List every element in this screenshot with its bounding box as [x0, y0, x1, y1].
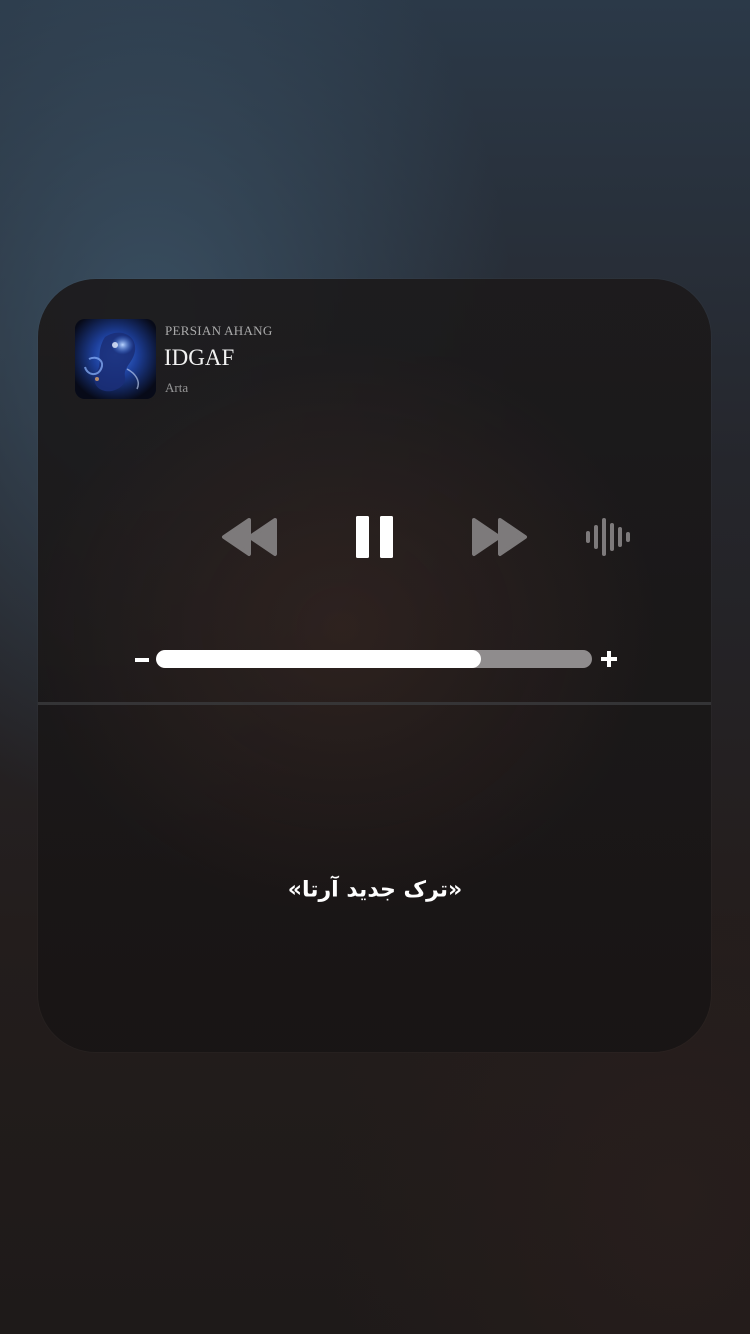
rewind-icon: [222, 518, 277, 556]
divider: [38, 702, 711, 705]
source-label: PERSIAN AHANG: [165, 323, 273, 338]
volume-down-icon[interactable]: [134, 650, 152, 670]
pause-icon: [356, 516, 393, 558]
caption-text: «ترک جدید آرتا»: [287, 877, 463, 903]
album-artwork[interactable]: [75, 319, 156, 399]
volume-slider[interactable]: [156, 650, 592, 668]
track-title: IDGAF: [164, 345, 235, 370]
pause-button[interactable]: [355, 515, 395, 559]
volume-up-icon[interactable]: [599, 649, 619, 669]
volume-slider-fill: [156, 650, 481, 668]
now-playing-card: PERSIAN AHANG IDGAF Arta: [38, 279, 711, 1052]
artist-name: Arta: [165, 380, 189, 395]
fast-forward-icon: [472, 518, 527, 556]
fast-forward-button[interactable]: [470, 517, 530, 557]
waveform-icon: [586, 518, 630, 556]
rewind-button[interactable]: [219, 517, 279, 557]
audio-output-button[interactable]: [584, 517, 634, 557]
